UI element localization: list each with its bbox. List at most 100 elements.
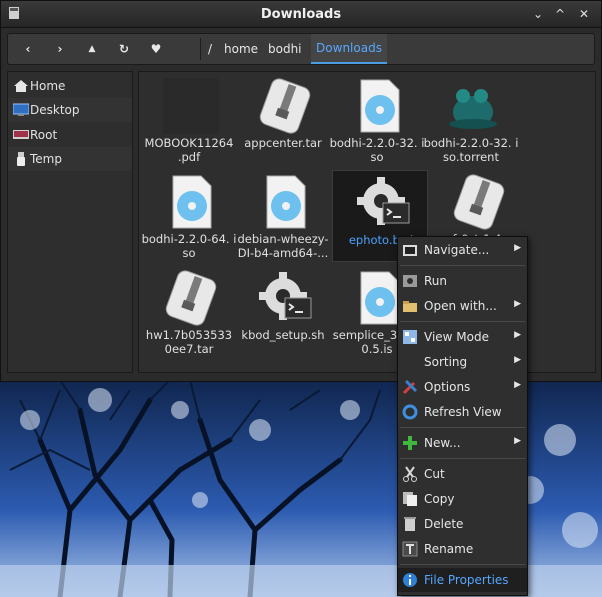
options-icon — [402, 379, 418, 395]
heart-icon: ♥ — [150, 42, 162, 56]
info-icon — [403, 573, 417, 587]
refresh-button[interactable]: ↻ — [108, 34, 140, 64]
file-item[interactable]: bodhi-2.2.0-32. iso.torrent — [423, 74, 519, 166]
menu-separator — [400, 427, 525, 428]
submenu-arrow-icon: ▶ — [514, 330, 521, 340]
file-item[interactable]: appcenter.tar — [235, 74, 331, 166]
file-name: bodhi-2.2.0-64. iso — [141, 232, 237, 260]
breadcrumb-downloads-label: Downloads — [316, 41, 382, 55]
menu-item-delete[interactable]: Delete — [398, 512, 527, 536]
menu-item-label: Sorting — [424, 355, 468, 369]
archive-icon — [165, 270, 217, 326]
home-icon — [14, 80, 28, 92]
file-name: bodhi-2.2.0-32. iso — [329, 136, 425, 164]
context-menu: Navigate... ▶ Run Open with... ▶ View Mo… — [397, 236, 528, 596]
menu-item-rename[interactable]: Rename — [398, 537, 527, 561]
breadcrumb-home[interactable]: home — [224, 42, 258, 56]
back-button[interactable]: ‹ — [12, 34, 44, 64]
menu-item-label: Open with... — [424, 299, 497, 313]
file-name: kbod_setup.sh — [241, 328, 325, 342]
breadcrumb-downloads[interactable]: Downloads — [311, 34, 387, 64]
rename-icon — [402, 541, 418, 557]
usb-icon — [17, 152, 25, 166]
file-item[interactable]: debian-wheezy-DI-b4-amd64-... — [235, 170, 331, 262]
menu-item-open-with[interactable]: Open with... ▶ — [398, 294, 527, 318]
new-icon — [403, 436, 417, 450]
menu-item-label: Cut — [424, 467, 445, 481]
menu-item-label: View Mode — [424, 330, 489, 344]
menu-item-label: Rename — [424, 542, 474, 556]
menu-item-label: Delete — [424, 517, 464, 531]
menu-item-cut[interactable]: Cut — [398, 462, 527, 486]
sidebar-item-temp[interactable]: Temp — [8, 147, 132, 171]
menu-item-label: Copy — [424, 492, 455, 506]
forward-button[interactable]: › — [44, 34, 76, 64]
file-item[interactable]: kbod_setup.sh — [235, 266, 331, 358]
menu-separator — [400, 265, 525, 266]
file-item[interactable]: hw1.7b053533 0ee7.tar — [141, 266, 237, 358]
minimize-icon: ⌄ — [532, 7, 544, 21]
file-name: hw1.7b053533 0ee7.tar — [145, 328, 233, 356]
refresh-icon: ↻ — [118, 42, 130, 56]
drive-icon — [13, 130, 29, 139]
file-name: appcenter.tar — [244, 136, 322, 150]
navigation-toolbar: ‹ › ▲ ↻ ♥ / home bodhi Downloads — [7, 33, 595, 65]
submenu-arrow-icon: ▶ — [514, 355, 521, 365]
menu-separator — [400, 458, 525, 459]
menu-item-label: Options — [424, 380, 471, 394]
menu-item-label: Refresh View — [424, 405, 502, 419]
menu-item-copy[interactable]: Copy — [398, 487, 527, 511]
submenu-arrow-icon: ▶ — [514, 380, 521, 390]
submenu-arrow-icon: ▶ — [514, 436, 521, 446]
menu-item-refresh-view[interactable]: Refresh View — [398, 400, 527, 424]
up-button[interactable]: ▲ — [76, 34, 108, 64]
minimize-button[interactable]: ⌄ — [529, 5, 547, 23]
window-title: Downloads — [260, 7, 342, 22]
file-name: bodhi-2.2.0-32. iso.torrent — [423, 136, 519, 164]
menu-item-label: Run — [424, 274, 448, 288]
close-icon: ✕ — [578, 7, 590, 21]
sidebar-item-root[interactable]: Root — [8, 123, 132, 147]
places-sidebar: Home Desktop Root Temp — [7, 71, 133, 373]
menu-item-run[interactable]: Run — [398, 269, 527, 293]
title-bar[interactable]: Downloads ⌄ ^ ✕ — [1, 1, 601, 28]
file-item[interactable]: MOBOOK11264 .pdf — [141, 74, 237, 166]
favorite-button[interactable]: ♥ — [140, 34, 172, 64]
menu-item-view-mode[interactable]: View Mode ▶ — [398, 325, 527, 349]
disc-image-icon — [172, 175, 212, 229]
sidebar-item-label: Desktop — [30, 103, 80, 117]
menu-item-navigate[interactable]: Navigate... ▶ — [398, 238, 527, 262]
back-icon: ‹ — [25, 42, 31, 56]
cut-icon — [403, 466, 417, 482]
menu-item-sorting[interactable]: Sorting ▶ — [398, 350, 527, 374]
maximize-button[interactable]: ^ — [551, 5, 569, 23]
sidebar-item-desktop[interactable]: Desktop — [8, 98, 132, 122]
submenu-arrow-icon: ▶ — [514, 299, 521, 309]
menu-item-options[interactable]: Options ▶ — [398, 375, 527, 399]
forward-icon: › — [57, 42, 63, 56]
copy-icon — [403, 492, 417, 506]
menu-item-new[interactable]: New... ▶ — [398, 431, 527, 455]
sidebar-item-home[interactable]: Home — [8, 74, 132, 98]
delete-icon — [404, 517, 416, 531]
archive-icon — [453, 174, 505, 230]
menu-separator — [400, 321, 525, 322]
view-mode-icon — [403, 330, 417, 344]
torrent-frog-icon — [449, 89, 497, 129]
path-root[interactable]: / — [208, 42, 212, 56]
open-with-icon — [403, 301, 417, 312]
close-button[interactable]: ✕ — [575, 5, 593, 23]
navigate-icon — [403, 245, 417, 256]
disc-image-icon — [266, 175, 306, 229]
up-icon: ▲ — [88, 44, 96, 54]
refresh-icon — [402, 404, 418, 420]
breadcrumb-bodhi[interactable]: bodhi — [268, 42, 302, 56]
menu-item-label: New... — [424, 436, 461, 450]
menu-item-file-properties[interactable]: File Properties — [398, 568, 527, 592]
script-gear-icon — [259, 272, 312, 320]
file-name: debian-wheezy-DI-b4-amd64-... — [237, 232, 329, 260]
file-item[interactable]: bodhi-2.2.0-32. iso — [329, 74, 425, 166]
file-item[interactable]: bodhi-2.2.0-64. iso — [141, 170, 237, 262]
sidebar-item-label: Root — [30, 128, 58, 142]
submenu-arrow-icon: ▶ — [514, 243, 521, 253]
